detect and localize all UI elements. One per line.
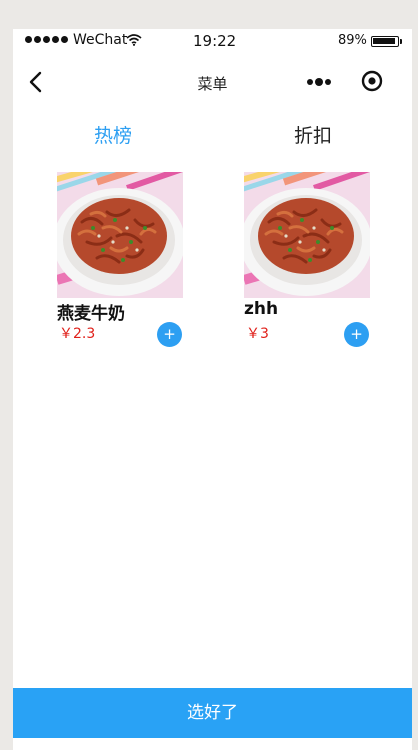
wifi-icon (126, 34, 142, 46)
product-name: 燕麦牛奶 (57, 304, 125, 324)
signal-strength-icon (25, 36, 68, 43)
battery-percentage: 89% (338, 33, 367, 48)
product-name: zhh (244, 299, 279, 319)
more-options-icon[interactable] (305, 74, 333, 90)
add-to-cart-button[interactable]: + (344, 322, 369, 347)
phone-screen: WeChat 19:22 89% 菜单 热榜 折扣 燕麦牛奶 ￥2.3 + zh… (13, 29, 412, 750)
add-to-cart-button[interactable]: + (157, 322, 182, 347)
status-bar: WeChat 19:22 89% (13, 29, 412, 53)
category-tabs: 热榜 折扣 (13, 119, 412, 153)
status-time: 19:22 (193, 32, 237, 50)
page-title: 菜单 (197, 75, 228, 93)
product-price: ￥2.3 (59, 326, 96, 342)
product-card[interactable]: zhh ￥3 + (244, 172, 370, 352)
navigation-bar: 菜单 (13, 53, 412, 109)
tab-discount[interactable]: 折扣 (263, 121, 363, 148)
tab-hot[interactable]: 热榜 (63, 121, 163, 148)
product-card[interactable]: 燕麦牛奶 ￥2.3 + (57, 172, 183, 352)
battery-icon (371, 36, 402, 47)
product-price: ￥3 (246, 326, 269, 342)
close-miniprogram-icon[interactable] (361, 70, 383, 92)
product-image (57, 172, 183, 298)
confirm-selection-button[interactable]: 选好了 (13, 688, 412, 738)
carrier-name: WeChat (73, 32, 128, 48)
product-image (244, 172, 370, 298)
